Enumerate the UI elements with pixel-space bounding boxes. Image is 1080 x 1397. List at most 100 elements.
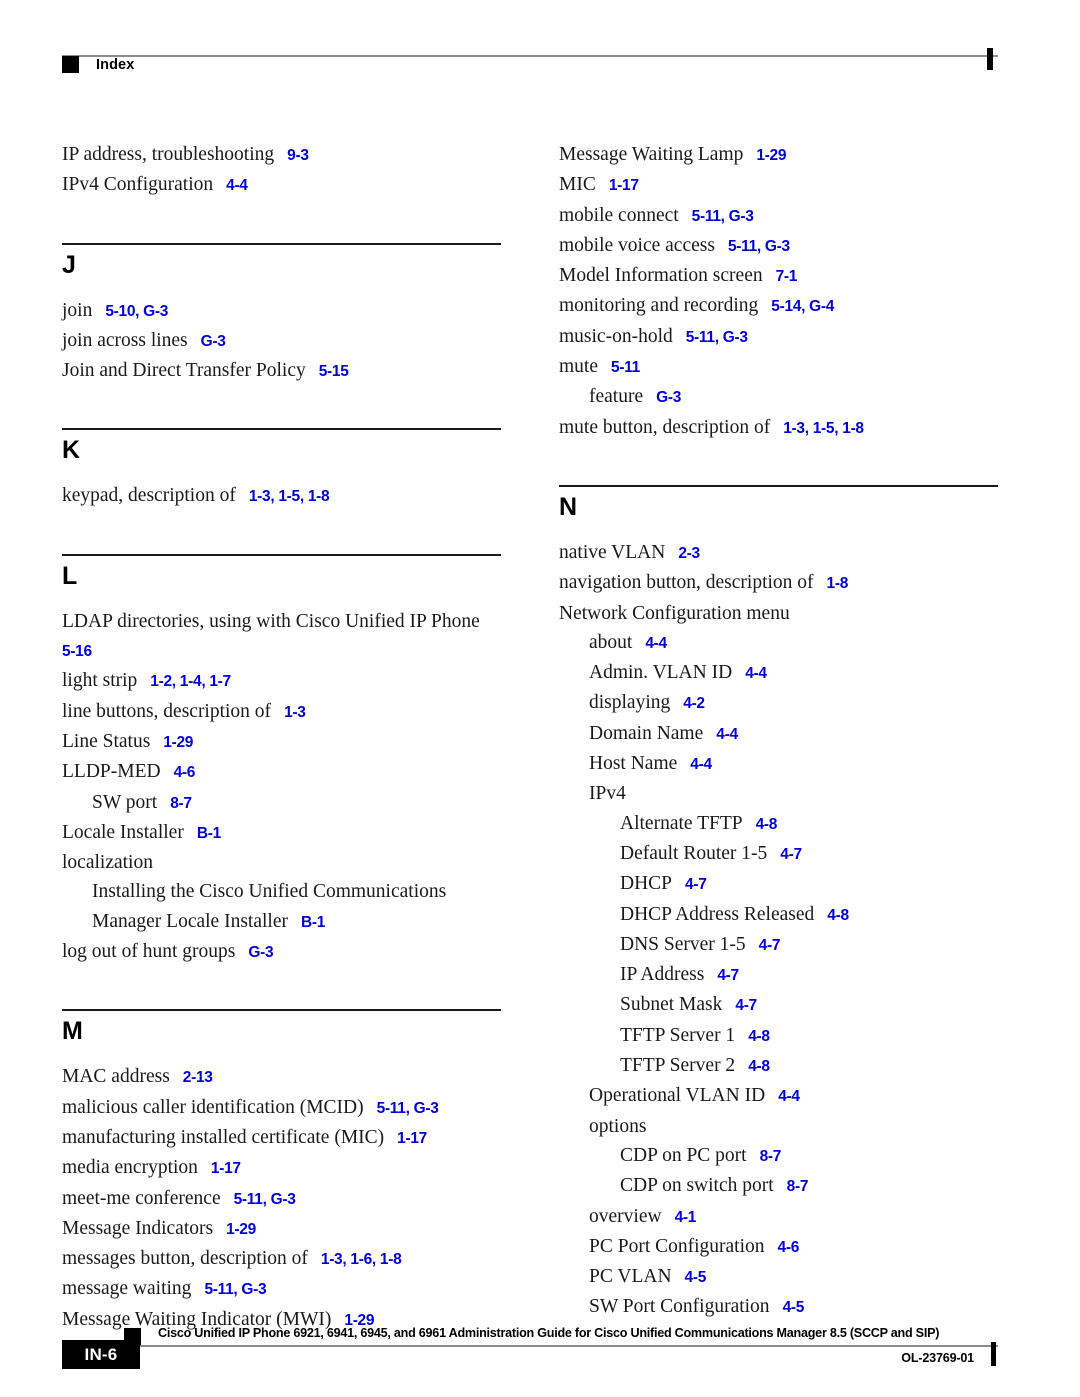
section-top-spacer bbox=[62, 1048, 501, 1062]
index-page-reference[interactable]: 1-17 bbox=[397, 1130, 427, 1147]
index-page-reference[interactable]: 5-11, G-3 bbox=[728, 238, 790, 255]
index-entry: about 4-4 bbox=[589, 628, 998, 658]
index-page-reference[interactable]: 7-1 bbox=[776, 268, 798, 285]
index-page-reference[interactable]: 4-7 bbox=[685, 876, 707, 893]
index-page-reference[interactable]: 5-11, G-3 bbox=[692, 208, 754, 225]
index-page-reference[interactable]: 1-29 bbox=[163, 734, 193, 751]
index-page-reference[interactable]: 4-7 bbox=[717, 967, 739, 984]
index-page-reference[interactable]: 5-11, G-3 bbox=[234, 1191, 296, 1208]
page-header: Index bbox=[62, 46, 998, 80]
index-entry-label: Default Router 1-5 bbox=[620, 842, 768, 864]
index-page-reference[interactable]: 4-2 bbox=[683, 695, 705, 712]
index-entry: TFTP Server 1 4-8 bbox=[620, 1021, 998, 1051]
index-page-reference[interactable]: 4-8 bbox=[827, 907, 849, 924]
index-entry-label: native VLAN bbox=[559, 541, 666, 563]
index-entry-label: mobile voice access bbox=[559, 234, 715, 256]
index-entry: DHCP Address Released 4-8 bbox=[620, 900, 998, 930]
section-top-spacer bbox=[559, 524, 998, 538]
index-entry: mobile voice access 5-11, G-3 bbox=[559, 231, 998, 261]
section-letter: N bbox=[559, 492, 578, 521]
index-page-reference[interactable]: 4-4 bbox=[645, 635, 667, 652]
index-entry: PC Port Configuration 4-6 bbox=[589, 1232, 998, 1262]
index-entry: Domain Name 4-4 bbox=[589, 719, 998, 749]
index-page-reference[interactable]: 4-7 bbox=[735, 997, 757, 1014]
index-page-reference[interactable]: 5-11, G-3 bbox=[204, 1281, 266, 1298]
footer-rule bbox=[138, 1345, 998, 1347]
index-page-reference[interactable]: 8-7 bbox=[787, 1178, 809, 1195]
index-entry-label: log out of hunt groups bbox=[62, 941, 236, 963]
index-page-reference[interactable]: 4-5 bbox=[685, 1269, 707, 1286]
index-entry-label: Subnet Mask bbox=[620, 994, 723, 1016]
index-section: Jjoin 5-10, G-3 join across lines G-3 Join a… bbox=[62, 242, 501, 387]
index-page-reference[interactable]: 5-11, G-3 bbox=[377, 1100, 439, 1117]
index-page-reference[interactable]: 8-7 bbox=[760, 1148, 782, 1165]
index-entry: Locale Installer B-1 bbox=[62, 818, 501, 848]
index-page-reference[interactable]: 4-5 bbox=[783, 1299, 805, 1316]
index-page-reference[interactable]: 8-7 bbox=[170, 795, 192, 812]
index-page-reference[interactable]: 1-29 bbox=[226, 1221, 256, 1238]
index-entry-label: join across lines bbox=[62, 329, 188, 351]
index-entry-label: line buttons, description of bbox=[62, 700, 272, 722]
index-page-reference[interactable]: 1-2, 1-4, 1-7 bbox=[150, 673, 231, 690]
index-page-reference[interactable]: 5-11, G-3 bbox=[686, 329, 748, 346]
index-page-reference[interactable]: B-1 bbox=[301, 914, 325, 931]
index-columns: IP address, troubleshooting 9-3 IPv4 Confi… bbox=[62, 140, 998, 1330]
index-column-left: IP address, troubleshooting 9-3 IPv4 Confi… bbox=[62, 140, 501, 1330]
index-page-reference[interactable]: B-1 bbox=[197, 825, 221, 842]
index-entry-label: Message Waiting Lamp bbox=[559, 144, 744, 165]
index-entry: Installing the Cisco Unified Communicati… bbox=[92, 877, 501, 937]
index-page-reference[interactable]: 1-17 bbox=[609, 177, 639, 194]
index-entry-label: LDAP directories, using with Cisco Unifi… bbox=[62, 610, 480, 632]
index-entry-label: IPv4 bbox=[589, 783, 626, 805]
index-page-reference[interactable]: 5-10, G-3 bbox=[105, 303, 168, 320]
index-page-reference[interactable]: 4-4 bbox=[778, 1088, 800, 1105]
index-page-reference[interactable]: 1-3, 1-5, 1-8 bbox=[783, 420, 864, 437]
index-page-reference[interactable]: 1-3 bbox=[284, 704, 306, 721]
index-entry-label: Line Status bbox=[62, 730, 151, 752]
index-entry-label: PC VLAN bbox=[589, 1266, 672, 1288]
index-page-reference[interactable]: 4-8 bbox=[756, 816, 778, 833]
index-entry: TFTP Server 2 4-8 bbox=[620, 1051, 998, 1081]
index-page-reference[interactable]: 1-3, 1-5, 1-8 bbox=[249, 488, 330, 505]
index-section: L LDAP directories, using with Cisco Unif… bbox=[62, 553, 501, 968]
index-page-reference[interactable]: G-3 bbox=[201, 333, 226, 350]
index-entry-label: MIC bbox=[559, 174, 596, 196]
index-page-reference[interactable]: 4-4 bbox=[716, 726, 738, 743]
index-page-reference[interactable]: 1-29 bbox=[756, 147, 786, 164]
index-page-reference[interactable]: 4-4 bbox=[226, 177, 248, 194]
index-page-reference[interactable]: 4-4 bbox=[745, 665, 767, 682]
index-page-reference[interactable]: 2-3 bbox=[678, 545, 700, 562]
index-page-reference[interactable]: 9-3 bbox=[287, 147, 309, 164]
index-entry-label: mobile connect bbox=[559, 204, 679, 226]
index-entry: IP address, troubleshooting 9-3 bbox=[62, 140, 501, 170]
index-page-reference[interactable]: 5-14, G-4 bbox=[771, 298, 834, 315]
index-page-reference[interactable]: 4-6 bbox=[778, 1239, 800, 1256]
index-page-reference[interactable]: 4-4 bbox=[690, 756, 712, 773]
section-letter: M bbox=[62, 1017, 83, 1046]
index-page-reference[interactable]: 1-8 bbox=[827, 575, 849, 592]
index-page-reference[interactable]: 5-15 bbox=[319, 363, 349, 380]
index-page-reference[interactable]: 5-16 bbox=[62, 643, 92, 660]
index-page-reference[interactable]: G-3 bbox=[248, 944, 273, 961]
index-entry: Subnet Mask 4-7 bbox=[620, 990, 998, 1020]
index-page-reference[interactable]: 4-8 bbox=[748, 1028, 770, 1045]
index-page-reference[interactable]: 1-3, 1-6, 1-8 bbox=[321, 1251, 402, 1268]
index-page-reference[interactable]: 4-8 bbox=[748, 1058, 770, 1075]
index-page-reference[interactable]: 4-7 bbox=[759, 937, 781, 954]
index-page-reference[interactable]: 2-13 bbox=[183, 1069, 213, 1086]
index-entry-label: Model Information screen bbox=[559, 265, 763, 287]
index-page-reference[interactable]: 5-11 bbox=[611, 359, 640, 376]
header-rule bbox=[62, 55, 998, 57]
index-page-reference[interactable]: 1-17 bbox=[211, 1160, 241, 1177]
index-entry-label: messages button, description of bbox=[62, 1248, 308, 1270]
index-page-reference[interactable]: 4-7 bbox=[780, 846, 802, 863]
section-letter: L bbox=[62, 561, 78, 590]
index-entry: CDP on switch port 8-7 bbox=[620, 1171, 998, 1201]
index-page-reference[interactable]: G-3 bbox=[656, 389, 681, 406]
index-page-reference[interactable]: 4-6 bbox=[174, 764, 196, 781]
index-entry: MIC 1-17 bbox=[559, 170, 998, 200]
index-entry-label: Operational VLAN ID bbox=[589, 1085, 766, 1107]
index-entry-label: Join and Direct Transfer Policy bbox=[62, 360, 306, 382]
index-page-reference[interactable]: 4-1 bbox=[675, 1209, 697, 1226]
